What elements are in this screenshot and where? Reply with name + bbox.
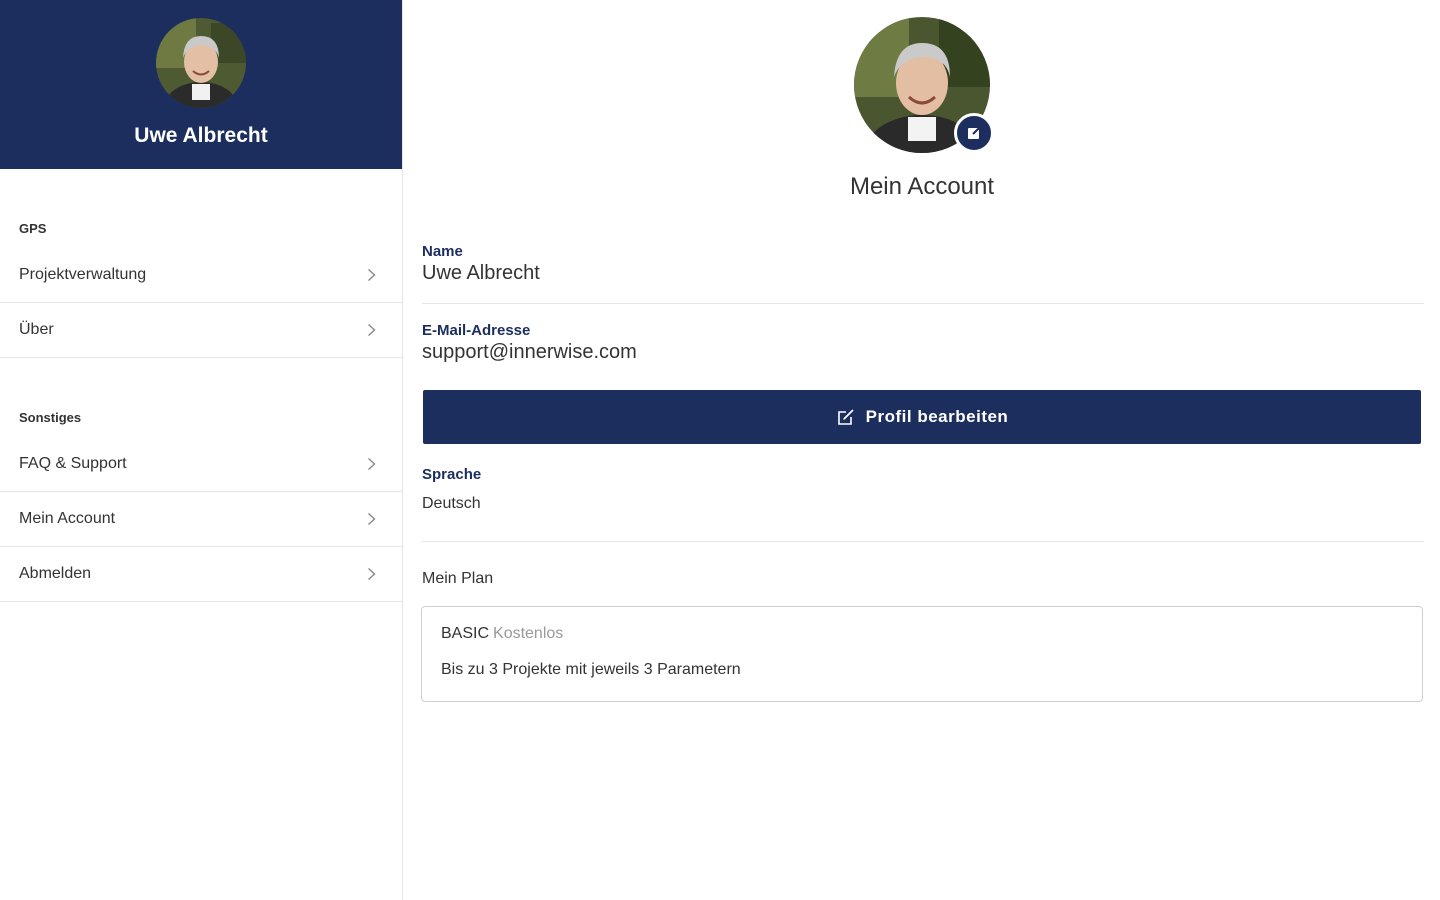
avatar-photo bbox=[156, 18, 246, 108]
sidebar-section-gps: GPS bbox=[19, 221, 47, 236]
sidebar-item-label: Abmelden bbox=[19, 565, 92, 582]
sidebar-item-faq-support[interactable]: FAQ & Support bbox=[0, 437, 402, 492]
plan-price: Kostenlos bbox=[493, 625, 564, 642]
sidebar-section-sonstiges: Sonstiges bbox=[19, 410, 82, 425]
chevron-right-icon bbox=[364, 268, 378, 282]
sidebar: Uwe Albrecht GPS Projektverwaltung Über … bbox=[0, 0, 403, 900]
plan-heading: Mein Plan bbox=[422, 570, 494, 587]
sidebar-item-projektverwaltung[interactable]: Projektverwaltung bbox=[0, 248, 402, 303]
account-page: Mein Account Name Uwe Albrecht E-Mail-Ad… bbox=[404, 0, 1440, 900]
sidebar-item-label: Über bbox=[19, 321, 54, 338]
name-value: Uwe Albrecht bbox=[422, 262, 540, 284]
chevron-right-icon bbox=[364, 567, 378, 581]
plan-description: Bis zu 3 Projekte mit jeweils 3 Paramete… bbox=[441, 661, 741, 678]
avatar-edit-button[interactable] bbox=[954, 113, 994, 153]
sidebar-item-label: Projektverwaltung bbox=[19, 266, 147, 283]
sidebar-profile-header: Uwe Albrecht bbox=[0, 0, 402, 169]
profile-header: Mein Account bbox=[404, 0, 1440, 201]
sidebar-menu-gps: Projektverwaltung Über bbox=[0, 248, 402, 358]
page-title: Mein Account bbox=[849, 173, 995, 200]
profile-avatar-container bbox=[854, 17, 994, 153]
language-field: Sprache Deutsch bbox=[422, 466, 1424, 542]
sidebar-item-label: FAQ & Support bbox=[19, 455, 127, 472]
sidebar-username: Uwe Albrecht bbox=[134, 124, 268, 147]
edit-icon bbox=[837, 409, 854, 425]
name-label: Name bbox=[422, 243, 463, 260]
language-value: Deutsch bbox=[422, 495, 481, 512]
sidebar-menu-sonstiges: FAQ & Support Mein Account Abmelden bbox=[0, 437, 402, 602]
plan-card: BASIC Kostenlos Bis zu 3 Projekte mit jew… bbox=[421, 606, 1423, 702]
chevron-right-icon bbox=[364, 457, 378, 471]
chevron-right-icon bbox=[364, 323, 378, 337]
plan-name: BASIC bbox=[441, 625, 490, 642]
edit-icon bbox=[968, 126, 981, 139]
edit-profile-button-label: Profil bearbeiten bbox=[865, 407, 1009, 426]
email-value: support@innerwise.com bbox=[422, 341, 637, 363]
sidebar-item-abmelden[interactable]: Abmelden bbox=[0, 547, 402, 602]
sidebar-item-mein-account[interactable]: Mein Account bbox=[0, 492, 402, 547]
sidebar-item-ueber[interactable]: Über bbox=[0, 303, 402, 358]
email-field: E-Mail-Adresse support@innerwise.com bbox=[422, 322, 1424, 364]
avatar[interactable] bbox=[156, 18, 246, 108]
app-root: Uwe Albrecht GPS Projektverwaltung Über … bbox=[0, 0, 1440, 900]
plan-title: BASIC Kostenlos bbox=[441, 625, 1422, 643]
edit-profile-button[interactable]: Profil bearbeiten bbox=[423, 390, 1421, 444]
sidebar-item-label: Mein Account bbox=[19, 510, 116, 527]
chevron-right-icon bbox=[364, 512, 378, 526]
language-label: Sprache bbox=[422, 466, 482, 483]
email-label: E-Mail-Adresse bbox=[422, 322, 531, 339]
name-field: Name Uwe Albrecht bbox=[422, 243, 1424, 304]
